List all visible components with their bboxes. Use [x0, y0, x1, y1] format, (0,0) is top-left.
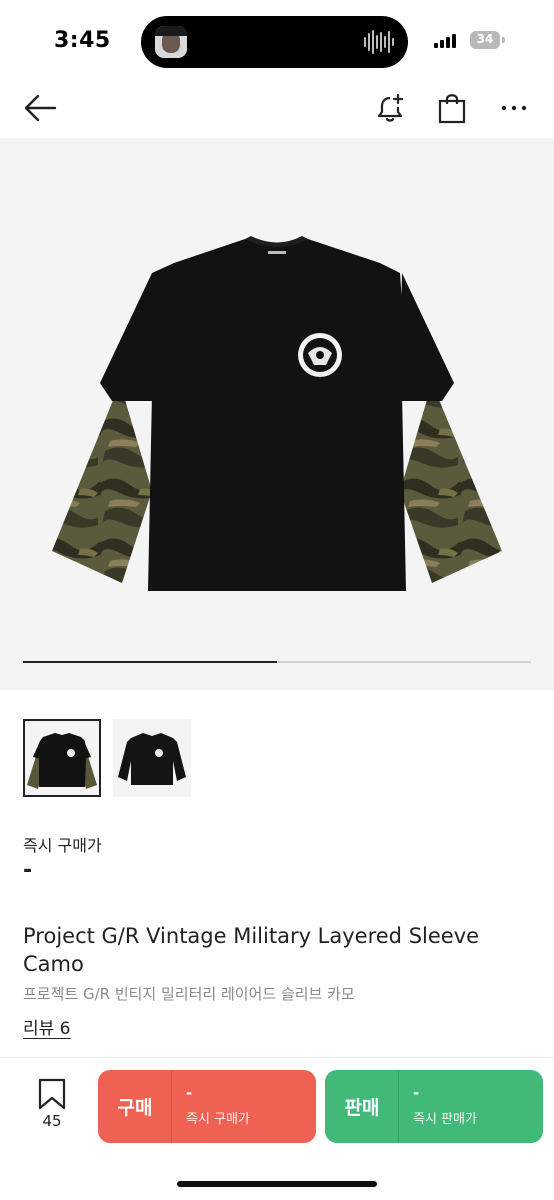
buy-price-label: 즉시 구매가 — [186, 1112, 250, 1127]
product-title: Project G/R Vintage Military Layered Sle… — [23, 924, 480, 976]
bell-plus-icon — [377, 93, 404, 122]
product-image-carousel[interactable] — [0, 138, 554, 690]
divider — [0, 1057, 554, 1058]
thumbnail-image-1 — [27, 733, 97, 789]
sell-button[interactable]: 판매 - 즉시 판매가 — [325, 1070, 543, 1143]
buy-price: - — [186, 1084, 193, 1102]
back-button[interactable] — [20, 88, 60, 128]
product-subtitle: 프로젝트 G/R 빈티지 밀리터리 레이어드 슬리브 카모 — [23, 985, 355, 1003]
status-bar: 3:45 34 — [0, 0, 554, 80]
add-alert-button[interactable] — [370, 88, 410, 128]
wishlist-button[interactable]: 45 — [30, 1078, 74, 1136]
buy-button-separator — [171, 1070, 172, 1143]
battery-nub — [502, 37, 505, 43]
more-icon — [501, 105, 527, 111]
shopping-bag-icon — [438, 94, 466, 124]
carousel-indicator — [23, 661, 531, 663]
buy-button-label: 구매 — [117, 1097, 153, 1119]
battery-level: 34 — [476, 32, 494, 46]
wish-count: 45 — [42, 1112, 62, 1130]
buy-button[interactable]: 구매 - 즉시 구매가 — [98, 1070, 316, 1143]
battery-icon: 34 — [470, 31, 500, 49]
sell-price: - — [413, 1084, 420, 1102]
dynamic-island — [141, 16, 408, 68]
sell-button-separator — [398, 1070, 399, 1143]
thumbnail-image-2 — [118, 733, 186, 785]
home-indicator[interactable] — [177, 1181, 377, 1187]
price-label: 즉시 구매가 — [23, 836, 102, 855]
price-value: - — [23, 858, 33, 883]
thumbnail-2[interactable] — [113, 719, 191, 797]
signal-icon — [434, 34, 456, 48]
now-playing-artwork — [155, 26, 187, 58]
audio-wave-icon — [364, 30, 394, 54]
more-button[interactable] — [494, 88, 534, 128]
top-nav — [0, 80, 554, 136]
thumbnail-strip — [23, 719, 191, 797]
bookmark-icon — [38, 1078, 66, 1110]
sell-price-label: 즉시 판매가 — [413, 1112, 477, 1127]
status-time: 3:45 — [54, 28, 111, 53]
back-arrow-icon — [24, 94, 57, 122]
product-image — [52, 236, 502, 591]
cart-button[interactable] — [432, 88, 472, 128]
carousel-indicator-fill — [23, 661, 277, 663]
thumbnail-1[interactable] — [23, 719, 101, 797]
review-link[interactable]: 리뷰 6 — [23, 1014, 71, 1039]
sell-button-label: 판매 — [344, 1097, 380, 1119]
